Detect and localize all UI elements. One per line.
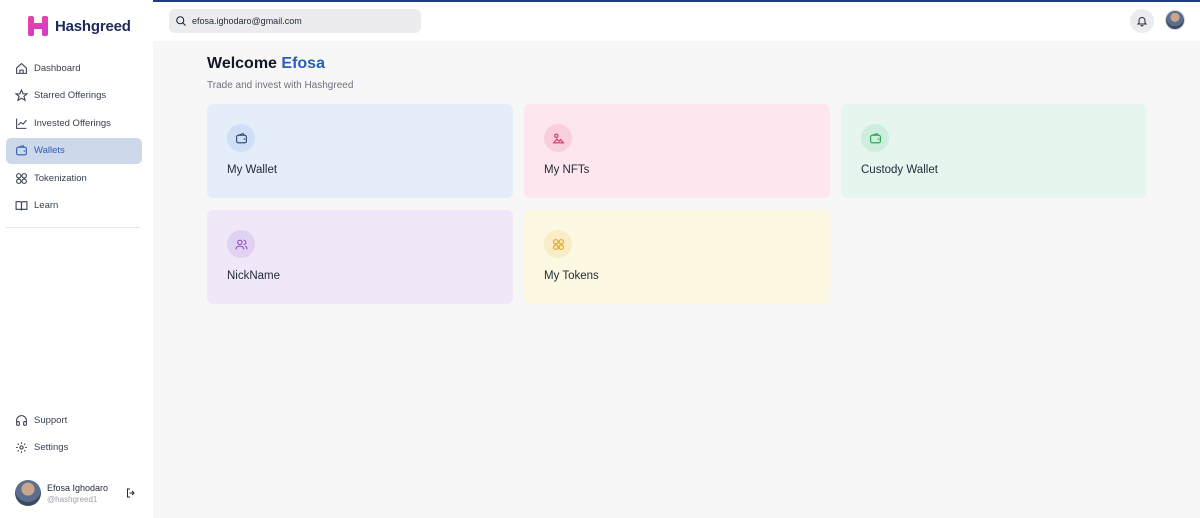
sidebar-item-starred-offerings[interactable]: Starred Offerings <box>6 83 142 109</box>
card-nickname[interactable]: NickName <box>207 210 513 304</box>
notifications-button[interactable] <box>1130 9 1154 33</box>
sidebar-divider <box>6 227 140 228</box>
sidebar-item-tokenization[interactable]: Tokenization <box>6 165 142 191</box>
sidebar: Hashgreed Dashboard Starred Offerings In… <box>0 0 153 518</box>
page-subtitle: Trade and invest with Hashgreed <box>207 80 354 91</box>
search-icon <box>176 16 186 26</box>
card-my-nfts[interactable]: My NFTs <box>524 104 830 198</box>
sidebar-item-dashboard[interactable]: Dashboard <box>6 55 142 81</box>
star-icon <box>15 89 28 102</box>
welcome-prefix: Welcome <box>207 55 277 72</box>
grid-icon <box>15 172 28 185</box>
gear-icon <box>15 441 28 454</box>
user-name: Efosa Ighodaro <box>47 482 109 493</box>
user-profile[interactable]: Efosa Ighodaro @hashgreed1 <box>15 480 145 506</box>
card-my-wallet[interactable]: My Wallet <box>207 104 513 198</box>
sidebar-item-label: Tokenization <box>34 172 87 184</box>
card-label: My Tokens <box>544 270 599 282</box>
card-custody-wallet[interactable]: Custody Wallet <box>841 104 1147 198</box>
card-icon-bg <box>544 230 572 258</box>
user-handle: @hashgreed1 <box>47 494 98 504</box>
sidebar-bottom-nav: Support Settings <box>6 407 142 462</box>
avatar <box>15 480 41 506</box>
search-value[interactable]: efosa.ighodaro@gmail.com <box>192 16 302 26</box>
search-input[interactable]: efosa.ighodaro@gmail.com <box>169 9 421 33</box>
sidebar-item-invested-offerings[interactable]: Invested Offerings <box>6 110 142 136</box>
card-icon-bg <box>227 230 255 258</box>
page-title: Welcome Efosa <box>207 55 325 73</box>
card-label: NickName <box>227 270 281 282</box>
logo[interactable]: Hashgreed <box>27 15 131 37</box>
card-label: My Wallet <box>227 164 278 176</box>
wallet-icon <box>15 144 28 157</box>
card-label: My NFTs <box>544 164 590 176</box>
sidebar-item-support[interactable]: Support <box>6 407 142 433</box>
sidebar-item-learn[interactable]: Learn <box>6 193 142 219</box>
sidebar-item-label: Learn <box>34 200 59 212</box>
logout-icon[interactable] <box>125 487 137 499</box>
card-icon-bg <box>227 124 255 152</box>
sidebar-item-wallets[interactable]: Wallets <box>6 137 142 164</box>
sidebar-item-settings[interactable]: Settings <box>6 435 142 461</box>
card-label: Custody Wallet <box>861 164 938 176</box>
card-icon-bg <box>544 124 572 152</box>
sidebar-item-label: Support <box>34 414 68 426</box>
welcome-name: Efosa <box>281 55 325 72</box>
sidebar-nav: Dashboard Starred Offerings Invested Off… <box>6 55 142 221</box>
profile-avatar[interactable] <box>1165 10 1185 30</box>
brand-name: Hashgreed <box>55 17 131 35</box>
users-icon <box>235 239 247 249</box>
top-bar: efosa.ighodaro@gmail.com <box>153 2 1200 41</box>
hashgreed-logo-icon <box>28 16 48 36</box>
card-my-tokens[interactable]: My Tokens <box>524 210 830 304</box>
wallet-icon <box>235 132 247 143</box>
bell-icon <box>1136 17 1148 27</box>
book-icon <box>15 199 28 212</box>
card-icon-bg <box>861 124 889 152</box>
grid-icon <box>552 238 564 250</box>
chart-line-icon <box>15 117 28 130</box>
sidebar-item-label: Dashboard <box>34 62 81 74</box>
headphones-icon <box>15 414 28 427</box>
home-icon <box>15 62 28 75</box>
sidebar-item-label: Invested Offerings <box>34 117 111 129</box>
sidebar-item-label: Starred Offerings <box>34 90 107 102</box>
sidebar-item-label: Settings <box>34 442 69 454</box>
image-icon <box>551 133 565 143</box>
sidebar-item-label: Wallets <box>34 145 65 157</box>
wallet-icon <box>869 132 881 143</box>
